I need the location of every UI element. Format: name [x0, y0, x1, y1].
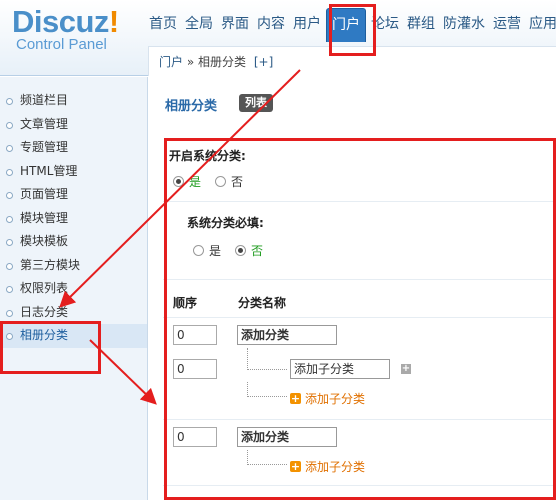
expand-icon[interactable]: + — [401, 364, 411, 374]
order-input[interactable]: 0 — [173, 427, 217, 447]
divider — [163, 279, 556, 280]
order-input[interactable]: 0 — [173, 325, 217, 345]
nav-content[interactable]: 内容 — [254, 8, 288, 42]
breadcrumb-add[interactable]: [+] — [254, 55, 273, 69]
main-content: 相册分类 列表 开启系统分类: 是 否 系统分类必填: 是 否 顺序 分类名称 — [149, 77, 556, 500]
column-header-order: 顺序 — [173, 296, 198, 310]
breadcrumb: 门户 » 相册分类 [+] — [148, 46, 556, 76]
tree-connector — [247, 348, 287, 370]
add-child-category-link[interactable]: + 添加子分类 — [290, 390, 365, 407]
required-yes-label: 是 — [209, 244, 222, 258]
admin-page: Discuz! Control Panel 首页 全局 界面 内容 用户 门户 … — [0, 0, 556, 500]
sidebar-item-blocks[interactable]: 模块管理 — [0, 207, 147, 231]
category-form: 开启系统分类: 是 否 系统分类必填: 是 否 顺序 分类名称 0 添加分类 0… — [163, 139, 556, 500]
page-title: 相册分类 — [165, 99, 218, 114]
required-radio-group: 是 否 — [193, 242, 277, 259]
sidebar-item-topics[interactable]: 专题管理 — [0, 136, 147, 160]
add-child-category-label: 添加子分类 — [305, 392, 366, 406]
sidebar-item-block-templates[interactable]: 模块模板 — [0, 230, 147, 254]
sidebar-item-html[interactable]: HTML管理 — [0, 160, 147, 184]
column-header-name: 分类名称 — [238, 296, 287, 310]
nav-home[interactable]: 首页 — [146, 8, 180, 42]
logo: Discuz! Control Panel — [12, 4, 119, 53]
enable-yes-radio[interactable] — [173, 176, 184, 187]
nav-portal[interactable]: 门户 — [326, 8, 366, 42]
breadcrumb-section[interactable]: 门户 — [159, 55, 183, 69]
breadcrumb-separator: » — [186, 55, 195, 69]
sidebar: 频道栏目 文章管理 专题管理 HTML管理 页面管理 模块管理 模块模板 第三方… — [0, 77, 148, 500]
logo-subtitle: Control Panel — [16, 36, 107, 53]
sidebar-item-channel[interactable]: 频道栏目 — [0, 89, 147, 113]
nav-users[interactable]: 用户 — [290, 8, 324, 42]
divider — [163, 201, 556, 202]
tree-connector — [247, 450, 287, 465]
nav-apps[interactable]: 应用 — [526, 8, 556, 42]
logo-bang: ! — [108, 4, 119, 39]
required-category-label: 系统分类必填: — [187, 216, 264, 230]
breadcrumb-current: 相册分类 — [198, 55, 247, 69]
add-child-category-link[interactable]: + 添加子分类 — [290, 458, 365, 475]
nav-forum[interactable]: 论坛 — [368, 8, 402, 42]
divider — [163, 317, 556, 318]
logo-text: Discuz — [12, 4, 109, 39]
add-icon: + — [290, 392, 301, 405]
enable-no-radio[interactable] — [215, 176, 227, 187]
sidebar-item-pages[interactable]: 页面管理 — [0, 183, 147, 207]
nav-antispam[interactable]: 防灌水 — [440, 8, 488, 42]
sidebar-item-third-party[interactable]: 第三方模块 — [0, 254, 147, 278]
enable-no-label: 否 — [231, 175, 244, 189]
category-name-input[interactable]: 添加分类 — [237, 427, 337, 447]
child-order-input[interactable]: 0 — [173, 359, 217, 379]
sidebar-item-log-categories[interactable]: 日志分类 — [0, 301, 147, 325]
tree-connector — [247, 382, 287, 397]
add-child-category-label: 添加子分类 — [305, 460, 366, 474]
nav-interface[interactable]: 界面 — [218, 8, 252, 42]
required-yes-radio[interactable] — [193, 245, 204, 256]
divider — [163, 419, 556, 420]
sidebar-item-album-categories[interactable]: 相册分类 — [0, 324, 147, 348]
required-no-label: 否 — [251, 244, 264, 258]
enable-radio-group: 是 否 — [173, 173, 257, 190]
required-no-radio[interactable] — [235, 245, 247, 256]
nav-global[interactable]: 全局 — [182, 8, 216, 42]
sidebar-item-articles[interactable]: 文章管理 — [0, 113, 147, 137]
nav-operations[interactable]: 运营 — [490, 8, 524, 42]
enable-yes-label: 是 — [189, 175, 202, 189]
add-icon: + — [290, 460, 301, 473]
top-nav: 首页 全局 界面 内容 用户 门户 论坛 群组 防灌水 运营 应用 — [146, 8, 556, 42]
enable-system-category-label: 开启系统分类: — [169, 149, 246, 163]
category-name-input[interactable]: 添加分类 — [237, 325, 337, 345]
child-category-name-input[interactable]: 添加子分类 — [290, 359, 390, 379]
sidebar-item-permissions[interactable]: 权限列表 — [0, 277, 147, 301]
divider — [163, 485, 556, 486]
tab-list[interactable]: 列表 — [239, 94, 273, 112]
nav-groups[interactable]: 群组 — [404, 8, 438, 42]
